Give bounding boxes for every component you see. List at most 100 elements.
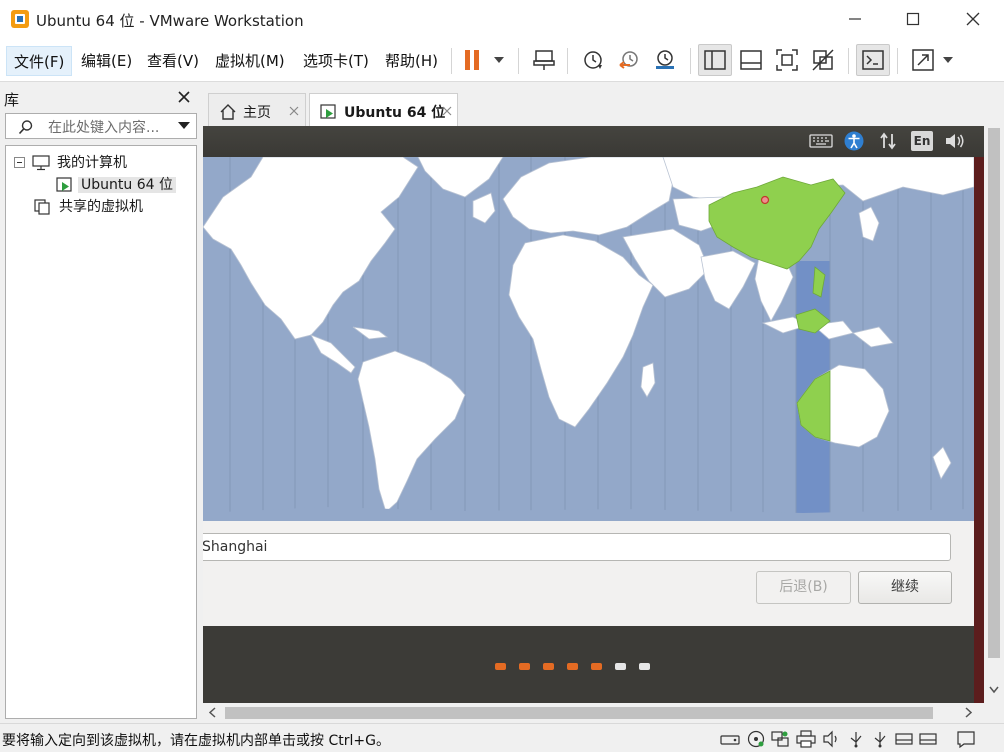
tab-home[interactable]: 主页 — [208, 93, 306, 127]
snapshot-button[interactable] — [576, 44, 610, 76]
menu-vm[interactable]: 虚拟机(M) — [208, 46, 292, 76]
search-input[interactable]: 在此处键入内容... — [48, 117, 159, 137]
full-screen-button[interactable] — [770, 44, 804, 76]
removable-device-icon[interactable] — [918, 730, 938, 748]
keyboard-icon[interactable] — [807, 131, 835, 151]
console-view-button[interactable] — [856, 44, 890, 76]
installer-form: Shanghai 后退(B) 继续 — [203, 521, 974, 626]
library-title: 库 — [4, 91, 20, 109]
bottom-panel-icon — [740, 50, 762, 70]
timezone-map[interactable] — [203, 157, 974, 521]
status-bar: 要将输入定向到该虚拟机，请在虚拟机内部单击或按 Ctrl+G。 — [0, 723, 1004, 752]
chevron-down-icon — [943, 57, 953, 63]
horizontal-scrollbar[interactable] — [203, 703, 984, 722]
title-bar: Ubuntu 64 位 - VMware Workstation — [0, 0, 1004, 38]
network-arrows-icon[interactable] — [877, 131, 899, 151]
tree-item-my-computer[interactable]: 我的计算机 — [14, 152, 130, 174]
show-library-button[interactable] — [698, 44, 732, 76]
usb-device-icon[interactable] — [870, 730, 890, 748]
removable-device-icon[interactable] — [894, 730, 914, 748]
close-icon[interactable] — [176, 89, 192, 105]
power-dropdown-button[interactable] — [488, 44, 510, 76]
unity-disabled-icon — [812, 49, 834, 71]
close-icon[interactable] — [289, 106, 299, 116]
menu-help[interactable]: 帮助(H) — [378, 46, 445, 76]
tab-ubuntu[interactable]: Ubuntu 64 位 — [309, 93, 458, 128]
menu-tabs[interactable]: 选项卡(T) — [296, 46, 376, 76]
progress-dot — [567, 663, 578, 670]
close-icon — [966, 12, 980, 26]
vmware-logo-icon — [11, 10, 29, 28]
network-adapter-icon[interactable] — [770, 730, 790, 748]
maximize-icon — [906, 12, 920, 26]
clock-snapshot-icon — [584, 51, 602, 69]
tab-label: Ubuntu 64 位 — [344, 105, 446, 121]
scrollbar-thumb[interactable] — [225, 707, 933, 719]
sidebar-layout-icon — [704, 50, 726, 70]
chevron-down-icon[interactable] — [178, 122, 190, 129]
menu-view[interactable]: 查看(V) — [140, 46, 206, 76]
continue-button[interactable]: 继续 — [858, 571, 952, 604]
stretch-guest-button[interactable] — [906, 44, 940, 76]
progress-dot — [543, 663, 554, 670]
tree-item-shared-vms[interactable]: 共享的虚拟机 — [34, 196, 146, 218]
scrollbar-thumb[interactable] — [988, 128, 1000, 658]
stretch-dropdown-button[interactable] — [938, 44, 958, 76]
world-map-svg[interactable] — [203, 157, 974, 521]
progress-dot — [615, 663, 626, 670]
timezone-input[interactable]: Shanghai — [203, 533, 951, 561]
minimize-button[interactable] — [826, 0, 884, 38]
status-message: 要将输入定向到该虚拟机，请在虚拟机内部单击或按 Ctrl+G。 — [2, 733, 390, 749]
tab-bar: 主页 Ubuntu 64 位 — [203, 86, 1004, 128]
close-button[interactable] — [944, 0, 1002, 38]
show-thumbnail-bar-button[interactable] — [734, 44, 768, 76]
sound-card-icon[interactable] — [822, 730, 842, 748]
progress-dot — [639, 663, 650, 670]
snapshot-manager-button[interactable] — [648, 44, 682, 76]
shared-vm-icon — [34, 199, 50, 215]
scroll-right-icon[interactable] — [964, 707, 972, 718]
maximize-button[interactable] — [884, 0, 942, 38]
revert-snapshot-button[interactable] — [612, 44, 646, 76]
home-icon — [220, 104, 236, 120]
toolbar-separator — [897, 48, 898, 74]
window-title: Ubuntu 64 位 - VMware Workstation — [36, 12, 304, 30]
toolbar-separator — [451, 48, 452, 74]
clock-revert-icon — [619, 51, 638, 69]
vm-running-icon — [56, 177, 72, 192]
vm-running-icon — [320, 104, 336, 119]
cd-drive-icon[interactable] — [746, 730, 766, 748]
volume-icon[interactable] — [943, 131, 967, 151]
language-indicator[interactable]: En — [911, 131, 933, 151]
suspend-button[interactable] — [460, 44, 484, 76]
tab-label: 主页 — [243, 105, 271, 121]
library-search-box[interactable]: 在此处键入内容... — [5, 113, 197, 139]
menu-edit[interactable]: 编辑(E) — [74, 46, 139, 76]
toolbar-separator — [690, 48, 691, 74]
close-icon[interactable] — [442, 106, 452, 116]
progress-dot — [519, 663, 530, 670]
collapse-icon[interactable] — [14, 157, 26, 169]
tree-item-label: 我的计算机 — [57, 155, 127, 171]
toolbar-separator — [518, 48, 519, 74]
menu-file[interactable]: 文件(F) — [6, 46, 73, 76]
accessibility-icon[interactable] — [843, 131, 865, 151]
library-panel: 库 在此处键入内容... 我的计算机 Ubuntu 64 位 共享的虚拟机 — [0, 83, 202, 723]
minimize-icon — [849, 18, 861, 20]
vertical-scrollbar[interactable] — [984, 126, 1004, 703]
tree-item-ubuntu-vm[interactable]: Ubuntu 64 位 — [56, 174, 176, 196]
tree-item-label: 共享的虚拟机 — [59, 199, 143, 215]
printer-icon[interactable] — [796, 730, 816, 748]
send-ctrl-alt-del-button[interactable] — [527, 44, 561, 76]
vm-edge — [974, 157, 984, 703]
usb-device-icon[interactable] — [846, 730, 866, 748]
vm-console[interactable]: En Shanghai 后退(B) 继续 — [203, 126, 984, 703]
scroll-down-icon[interactable] — [989, 686, 999, 694]
library-tree: 我的计算机 Ubuntu 64 位 共享的虚拟机 — [5, 145, 197, 719]
unity-mode-button[interactable] — [806, 44, 840, 76]
vmware-window: Ubuntu 64 位 - VMware Workstation 文件(F) 编… — [0, 0, 1004, 752]
back-button[interactable]: 后退(B) — [756, 571, 851, 604]
hard-disk-icon[interactable] — [720, 730, 740, 748]
scroll-left-icon[interactable] — [209, 707, 217, 718]
message-log-icon[interactable] — [956, 730, 976, 748]
